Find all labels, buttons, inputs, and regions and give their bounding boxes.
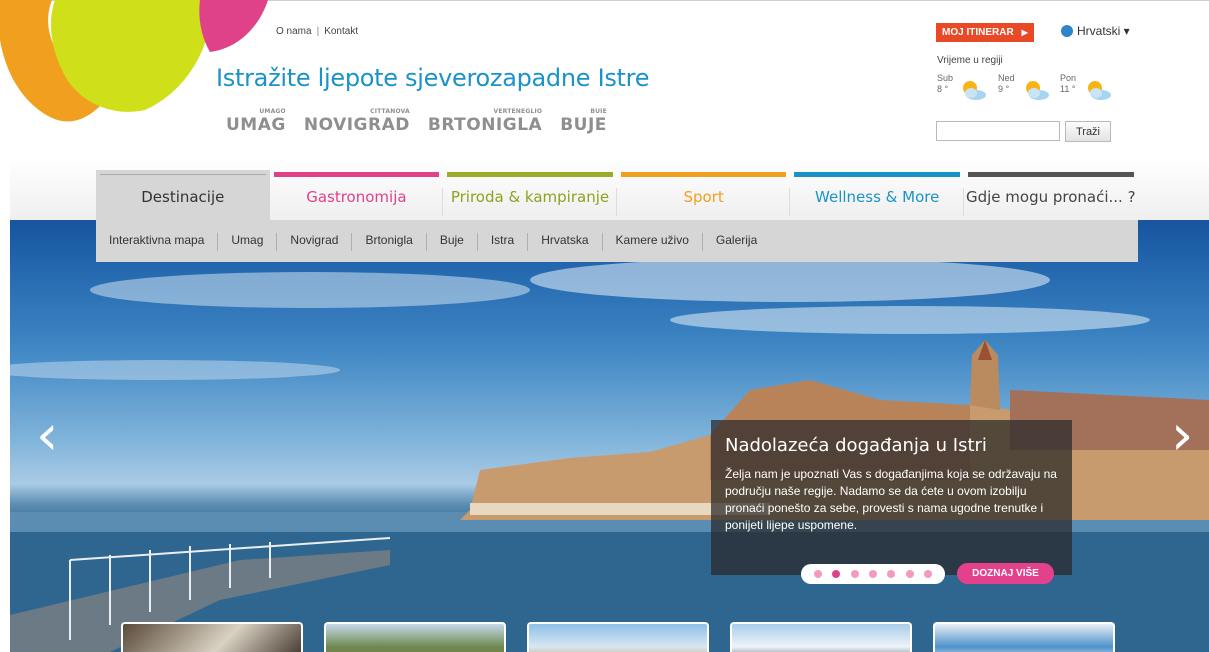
weather-day-label: Pon	[1060, 73, 1077, 83]
town-name: UMAG	[226, 115, 286, 135]
subnav-item-brtonigla[interactable]: Brtonigla	[365, 233, 412, 247]
weather-temp: 8 °	[937, 84, 949, 94]
search-button[interactable]: Traži	[1065, 121, 1111, 142]
language-selector[interactable]: Hrvatski ▾	[1061, 24, 1130, 38]
subnav-item-umag[interactable]: Umag	[231, 233, 263, 247]
town-italian-name: VERTENEGLIO	[493, 108, 543, 115]
sub-navigation: Interaktivna mapa Umag Novigrad Brtonigl…	[96, 220, 1138, 262]
slider-next-arrow-icon[interactable]: ›	[1171, 408, 1193, 464]
slider-dot[interactable]	[850, 570, 859, 578]
logo-petal-pink	[199, 0, 268, 52]
thumbnail-gastronomy[interactable]	[121, 622, 303, 652]
subnav-item-novigrad[interactable]: Novigrad	[290, 233, 338, 247]
towns-logos: UMAGO UMAG CITTANOVA NOVIGRAD VERTENEGLI…	[226, 108, 607, 135]
subnav-divider	[476, 233, 478, 251]
tab-wellness-more[interactable]: Wellness & More	[790, 170, 964, 220]
page: O nama | Kontakt Istražite ljepote sjevero…	[0, 0, 1209, 652]
weather-day-saturday: Sub 8 °	[937, 73, 953, 95]
tab-label: Gastronomija	[306, 188, 407, 206]
site-tagline: Istražite ljepote sjeverozapadne Istre	[216, 64, 650, 92]
weather-day-label: Ned	[998, 73, 1015, 83]
tab-priroda-kampiranje[interactable]: Priroda & kampiranje	[443, 170, 617, 220]
tab-color-bar	[794, 172, 960, 177]
subnav-item-kamere-uzivo[interactable]: Kamere uživo	[616, 233, 689, 247]
partly-cloudy-icon	[963, 81, 986, 100]
language-label: Hrvatski ▾	[1077, 24, 1130, 38]
nav-tabs: Destinacije Gastronomija Priroda & kampi…	[96, 170, 1138, 220]
main-navigation: Destinacije Gastronomija Priroda & kampi…	[96, 170, 1138, 262]
town-novigrad[interactable]: CITTANOVA NOVIGRAD	[304, 108, 410, 135]
tab-label: Sport	[683, 188, 724, 206]
thumbnail-where-to-find[interactable]	[933, 622, 1115, 652]
tab-color-bar	[620, 172, 787, 177]
partly-cloudy-icon	[1026, 81, 1049, 100]
partly-cloudy-icon	[1088, 81, 1111, 100]
slider-pagination	[801, 564, 945, 584]
subnav-item-buje[interactable]: Buje	[440, 233, 464, 247]
about-link[interactable]: O nama	[276, 26, 312, 37]
weather-title: Vrijeme u regiji	[937, 55, 1003, 66]
town-italian-name: CITTANOVA	[370, 108, 410, 115]
slider-dot[interactable]	[832, 570, 841, 578]
thumbnail-wellness[interactable]	[730, 622, 912, 652]
learn-more-button[interactable]: DOZNAJ VIŠE	[957, 563, 1054, 584]
subnav-divider	[351, 233, 353, 251]
subnav-item-interaktivna-mapa[interactable]: Interaktivna mapa	[109, 233, 204, 247]
tab-destinacije[interactable]: Destinacije	[96, 170, 270, 220]
tab-label: Destinacije	[141, 188, 225, 206]
tab-color-bar	[447, 172, 613, 177]
tab-color-bar	[100, 174, 266, 175]
town-umag[interactable]: UMAGO UMAG	[226, 108, 286, 135]
subnav-divider	[527, 233, 529, 251]
subnav-divider	[601, 233, 603, 251]
contact-link[interactable]: Kontakt	[324, 26, 358, 37]
my-itinerary-button[interactable]: MOJ ITINERAR ▶	[936, 23, 1034, 42]
weather-day-monday: Pon 11 °	[1060, 73, 1076, 95]
thumbnail-strip	[121, 622, 1115, 652]
subnav-item-istra[interactable]: Istra	[491, 233, 514, 247]
tab-gastronomija[interactable]: Gastronomija	[270, 170, 444, 220]
slide-description: Želja nam je upoznati Vas s događanjima …	[725, 467, 1057, 532]
tab-gdje-mogu-pronaci[interactable]: Gdje mogu pronaći... ?	[964, 170, 1138, 220]
town-name: NOVIGRAD	[303, 115, 410, 135]
tab-label: Gdje mogu pronaći... ?	[965, 188, 1136, 206]
search-input[interactable]	[936, 121, 1060, 141]
slide-title: Nadolazeća događanja u Istri	[725, 435, 987, 456]
town-name: BRTONIGLA	[427, 115, 543, 135]
town-brtonigla[interactable]: VERTENEGLIO BRTONIGLA	[428, 108, 542, 135]
subnav-divider	[276, 233, 278, 251]
town-italian-name: UMAGO	[259, 108, 286, 115]
tab-sport[interactable]: Sport	[617, 170, 791, 220]
top-links: O nama | Kontakt	[276, 26, 358, 37]
subnav-divider	[425, 233, 427, 251]
subnav-divider	[701, 233, 703, 251]
weather-day-label: Sub	[937, 73, 954, 83]
town-buje[interactable]: BUIE BUJE	[560, 108, 607, 135]
slider-prev-arrow-icon[interactable]: ‹	[36, 408, 58, 464]
slider-dot[interactable]	[814, 570, 823, 578]
slider-dot[interactable]	[887, 570, 896, 578]
tab-label: Wellness & More	[815, 188, 940, 206]
thumbnail-sport[interactable]	[527, 622, 709, 652]
slide-caption: Nadolazeća događanja u Istri Želja nam j…	[711, 420, 1072, 575]
itinerary-label: MOJ ITINERAR	[942, 27, 1014, 38]
tab-label: Priroda & kampiranje	[450, 188, 610, 206]
tab-color-bar	[967, 172, 1134, 177]
weather-temp: 9 °	[998, 84, 1010, 94]
weather-day-sunday: Ned 9 °	[998, 73, 1015, 95]
slider-dot[interactable]	[905, 570, 914, 578]
subnav-item-galerija[interactable]: Galerija	[716, 233, 757, 247]
tab-color-bar	[273, 172, 440, 177]
weather-temp: 11 °	[1060, 84, 1076, 94]
slider-dot[interactable]	[868, 570, 877, 578]
thumbnail-camping[interactable]	[324, 622, 506, 652]
play-arrow-icon: ▶	[1021, 28, 1028, 37]
subnav-divider	[217, 233, 219, 251]
top-links-separator: |	[316, 26, 320, 37]
slider-dot[interactable]	[923, 570, 932, 578]
town-name: BUJE	[560, 115, 607, 135]
globe-icon	[1061, 25, 1073, 37]
subnav-item-hrvatska[interactable]: Hrvatska	[541, 233, 588, 247]
town-italian-name: BUIE	[590, 108, 607, 115]
